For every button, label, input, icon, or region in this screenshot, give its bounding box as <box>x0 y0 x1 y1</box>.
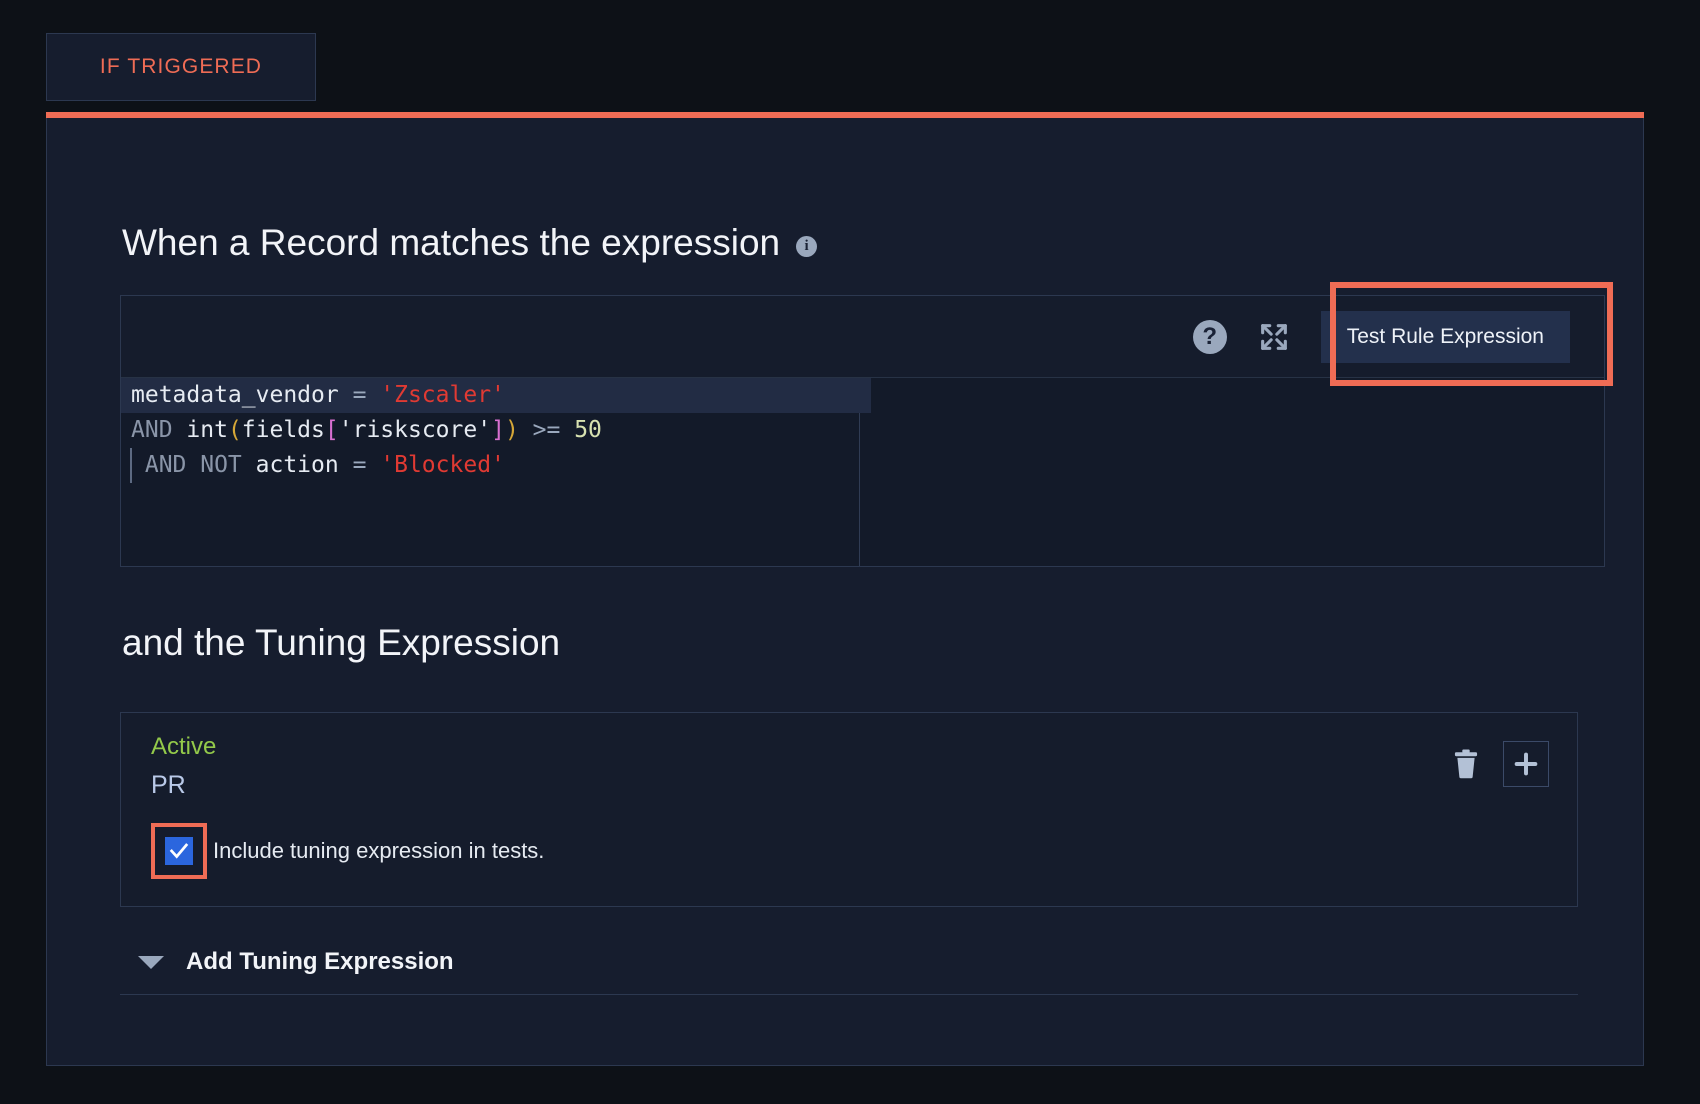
code-line[interactable]: AND NOT action = 'Blocked' <box>121 448 1604 483</box>
code-token: action <box>242 452 339 478</box>
code-token: 'riskscore' <box>339 417 491 443</box>
code-token: 'Blocked' <box>380 452 505 478</box>
include-tuning-checkbox-label: Include tuning expression in tests. <box>213 838 544 864</box>
record-expression-heading: When a Record matches the expression i <box>122 222 817 264</box>
tuning-status-badge: Active <box>151 733 216 761</box>
code-line[interactable]: AND int(fields['riskscore']) >= 50 <box>121 413 1604 448</box>
code-lines[interactable]: metadata_vendor = 'Zscaler'AND int(field… <box>121 378 1604 483</box>
caret-down-icon[interactable] <box>138 956 164 969</box>
add-tuning-expression-label: Add Tuning Expression <box>186 948 454 976</box>
record-expression-heading-text: When a Record matches the expression <box>122 222 780 264</box>
code-token: = <box>339 382 381 408</box>
rule-expression-editor: ? Test Rule Expression metadata_vendor =… <box>120 295 1605 567</box>
code-token: = <box>339 452 381 478</box>
add-tuning-expression-plus-button[interactable] <box>1503 741 1549 787</box>
tuning-expression-heading-text: and the Tuning Expression <box>122 622 560 664</box>
code-area[interactable]: metadata_vendor = 'Zscaler'AND int(field… <box>121 378 1604 566</box>
expand-icon[interactable] <box>1257 320 1291 354</box>
code-token: ( <box>228 417 242 443</box>
code-token: metadata_vendor <box>131 382 339 408</box>
panel-accent-bar <box>46 112 1644 118</box>
code-line[interactable]: metadata_vendor = 'Zscaler' <box>121 378 871 413</box>
test-rule-expression-button[interactable]: Test Rule Expression <box>1321 311 1570 363</box>
add-tuning-expression-row[interactable]: Add Tuning Expression <box>120 948 1578 995</box>
text-cursor <box>130 448 132 483</box>
code-token: fields <box>242 417 325 443</box>
highlight-box-checkbox <box>151 823 207 879</box>
code-token: 50 <box>574 417 602 443</box>
tuning-name-label: PR <box>151 771 186 800</box>
code-token: AND NOT <box>131 452 242 478</box>
code-token: ] <box>491 417 505 443</box>
code-token: 'Zscaler' <box>380 382 505 408</box>
trash-icon[interactable] <box>1451 748 1481 780</box>
editor-toolbar: ? Test Rule Expression <box>121 296 1604 378</box>
tuning-expression-heading: and the Tuning Expression <box>122 622 560 664</box>
if-triggered-tab[interactable]: IF TRIGGERED <box>46 33 316 101</box>
if-triggered-label: IF TRIGGERED <box>100 55 262 79</box>
rule-editor-page: IF TRIGGERED When a Record matches the e… <box>0 0 1700 1104</box>
include-tuning-checkbox-row[interactable]: Include tuning expression in tests. <box>151 823 544 879</box>
code-token: >= <box>519 417 574 443</box>
tuning-card-actions <box>1451 741 1549 787</box>
info-icon[interactable]: i <box>796 236 817 257</box>
help-icon[interactable]: ? <box>1193 320 1227 354</box>
code-token: [ <box>325 417 339 443</box>
include-tuning-checkbox[interactable] <box>165 837 193 865</box>
tuning-expression-card: Active PR <box>120 712 1578 907</box>
code-token: ) <box>505 417 519 443</box>
code-token: AND <box>131 417 173 443</box>
code-token: int <box>173 417 228 443</box>
